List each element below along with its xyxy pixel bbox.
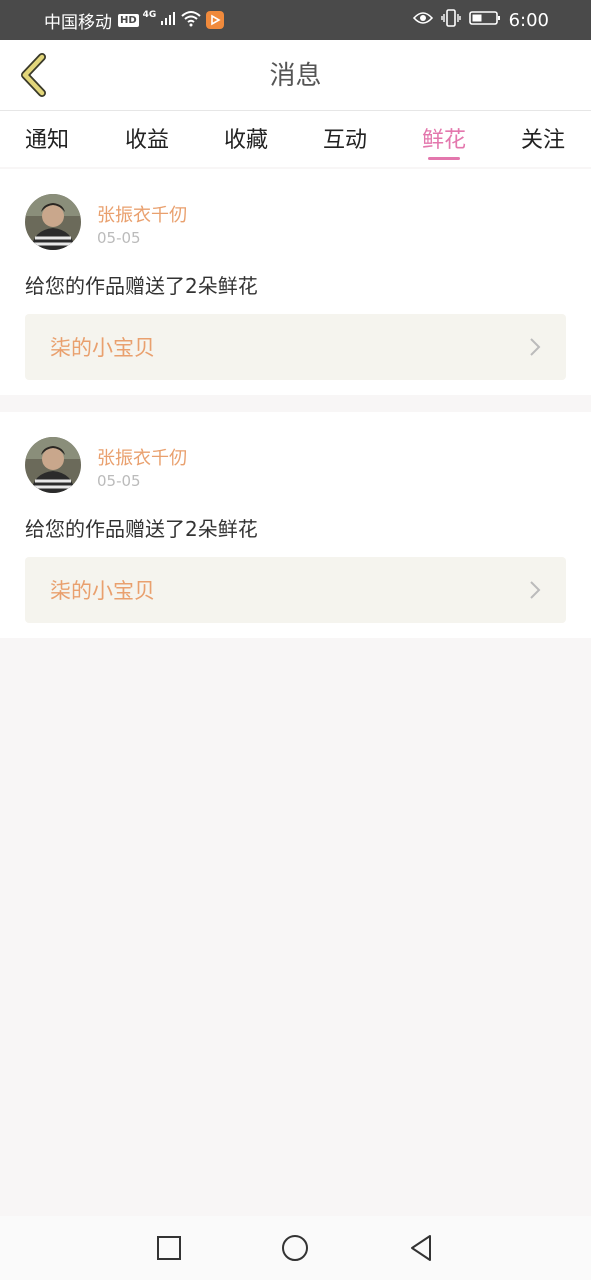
- chevron-left-icon: [21, 53, 46, 97]
- wifi-icon: [180, 9, 202, 32]
- recent-apps-icon: [157, 1236, 181, 1260]
- avatar[interactable]: [25, 194, 81, 250]
- app-header: 消息: [0, 40, 591, 111]
- message-text: 给您的作品赠送了2朵鲜花: [25, 274, 258, 298]
- message-tabs: 通知 收益 收藏 互动 鲜花 关注: [0, 111, 591, 167]
- hd-badge: HD: [118, 13, 139, 27]
- home-button[interactable]: [277, 1230, 313, 1266]
- tab-earnings[interactable]: 收益: [121, 111, 173, 167]
- tab-following[interactable]: 关注: [517, 111, 569, 167]
- system-nav-bar: [0, 1216, 591, 1280]
- clock: 6:00: [508, 9, 549, 31]
- chevron-right-icon: [530, 338, 541, 356]
- tab-favorites[interactable]: 收藏: [220, 111, 272, 167]
- work-link[interactable]: 柒的小宝贝: [25, 557, 566, 623]
- signal-icon: [160, 10, 176, 31]
- message-date: 05-05: [97, 229, 141, 247]
- message-card: 张振衣千仞 05-05 给您的作品赠送了2朵鲜花 柒的小宝贝: [0, 412, 591, 638]
- message-text: 给您的作品赠送了2朵鲜花: [25, 517, 258, 541]
- status-right: 6:00: [412, 0, 549, 40]
- work-title: 柒的小宝贝: [50, 579, 155, 603]
- home-icon: [282, 1235, 308, 1261]
- app-notification-icon: [206, 11, 225, 29]
- sender-name[interactable]: 张振衣千仞: [97, 201, 187, 227]
- battery-icon: [468, 10, 501, 31]
- sender-name[interactable]: 张振衣千仞: [97, 444, 187, 470]
- network-type: 4G: [142, 10, 157, 20]
- work-title: 柒的小宝贝: [50, 336, 155, 360]
- back-triangle-icon: [411, 1235, 431, 1261]
- back-nav-button[interactable]: [403, 1230, 439, 1266]
- chevron-right-icon: [530, 581, 541, 599]
- status-bar: 中国移动 HD 4G 6:00: [0, 0, 591, 40]
- eye-comfort-icon: [412, 10, 433, 30]
- vibrate-icon: [440, 8, 461, 32]
- work-link[interactable]: 柒的小宝贝: [25, 314, 566, 380]
- tab-notifications[interactable]: 通知: [22, 111, 72, 167]
- active-tab-indicator: [428, 157, 460, 160]
- carrier-label: 中国移动: [44, 12, 112, 33]
- avatar[interactable]: [25, 437, 81, 493]
- message-card: 张振衣千仞 05-05 给您的作品赠送了2朵鲜花 柒的小宝贝: [0, 169, 591, 395]
- tab-interactions[interactable]: 互动: [319, 111, 371, 167]
- status-left: 中国移动 HD 4G: [44, 0, 225, 40]
- message-date: 05-05: [97, 472, 141, 490]
- page-title: 消息: [269, 61, 322, 91]
- recent-apps-button[interactable]: [151, 1230, 187, 1266]
- back-button[interactable]: [12, 52, 56, 98]
